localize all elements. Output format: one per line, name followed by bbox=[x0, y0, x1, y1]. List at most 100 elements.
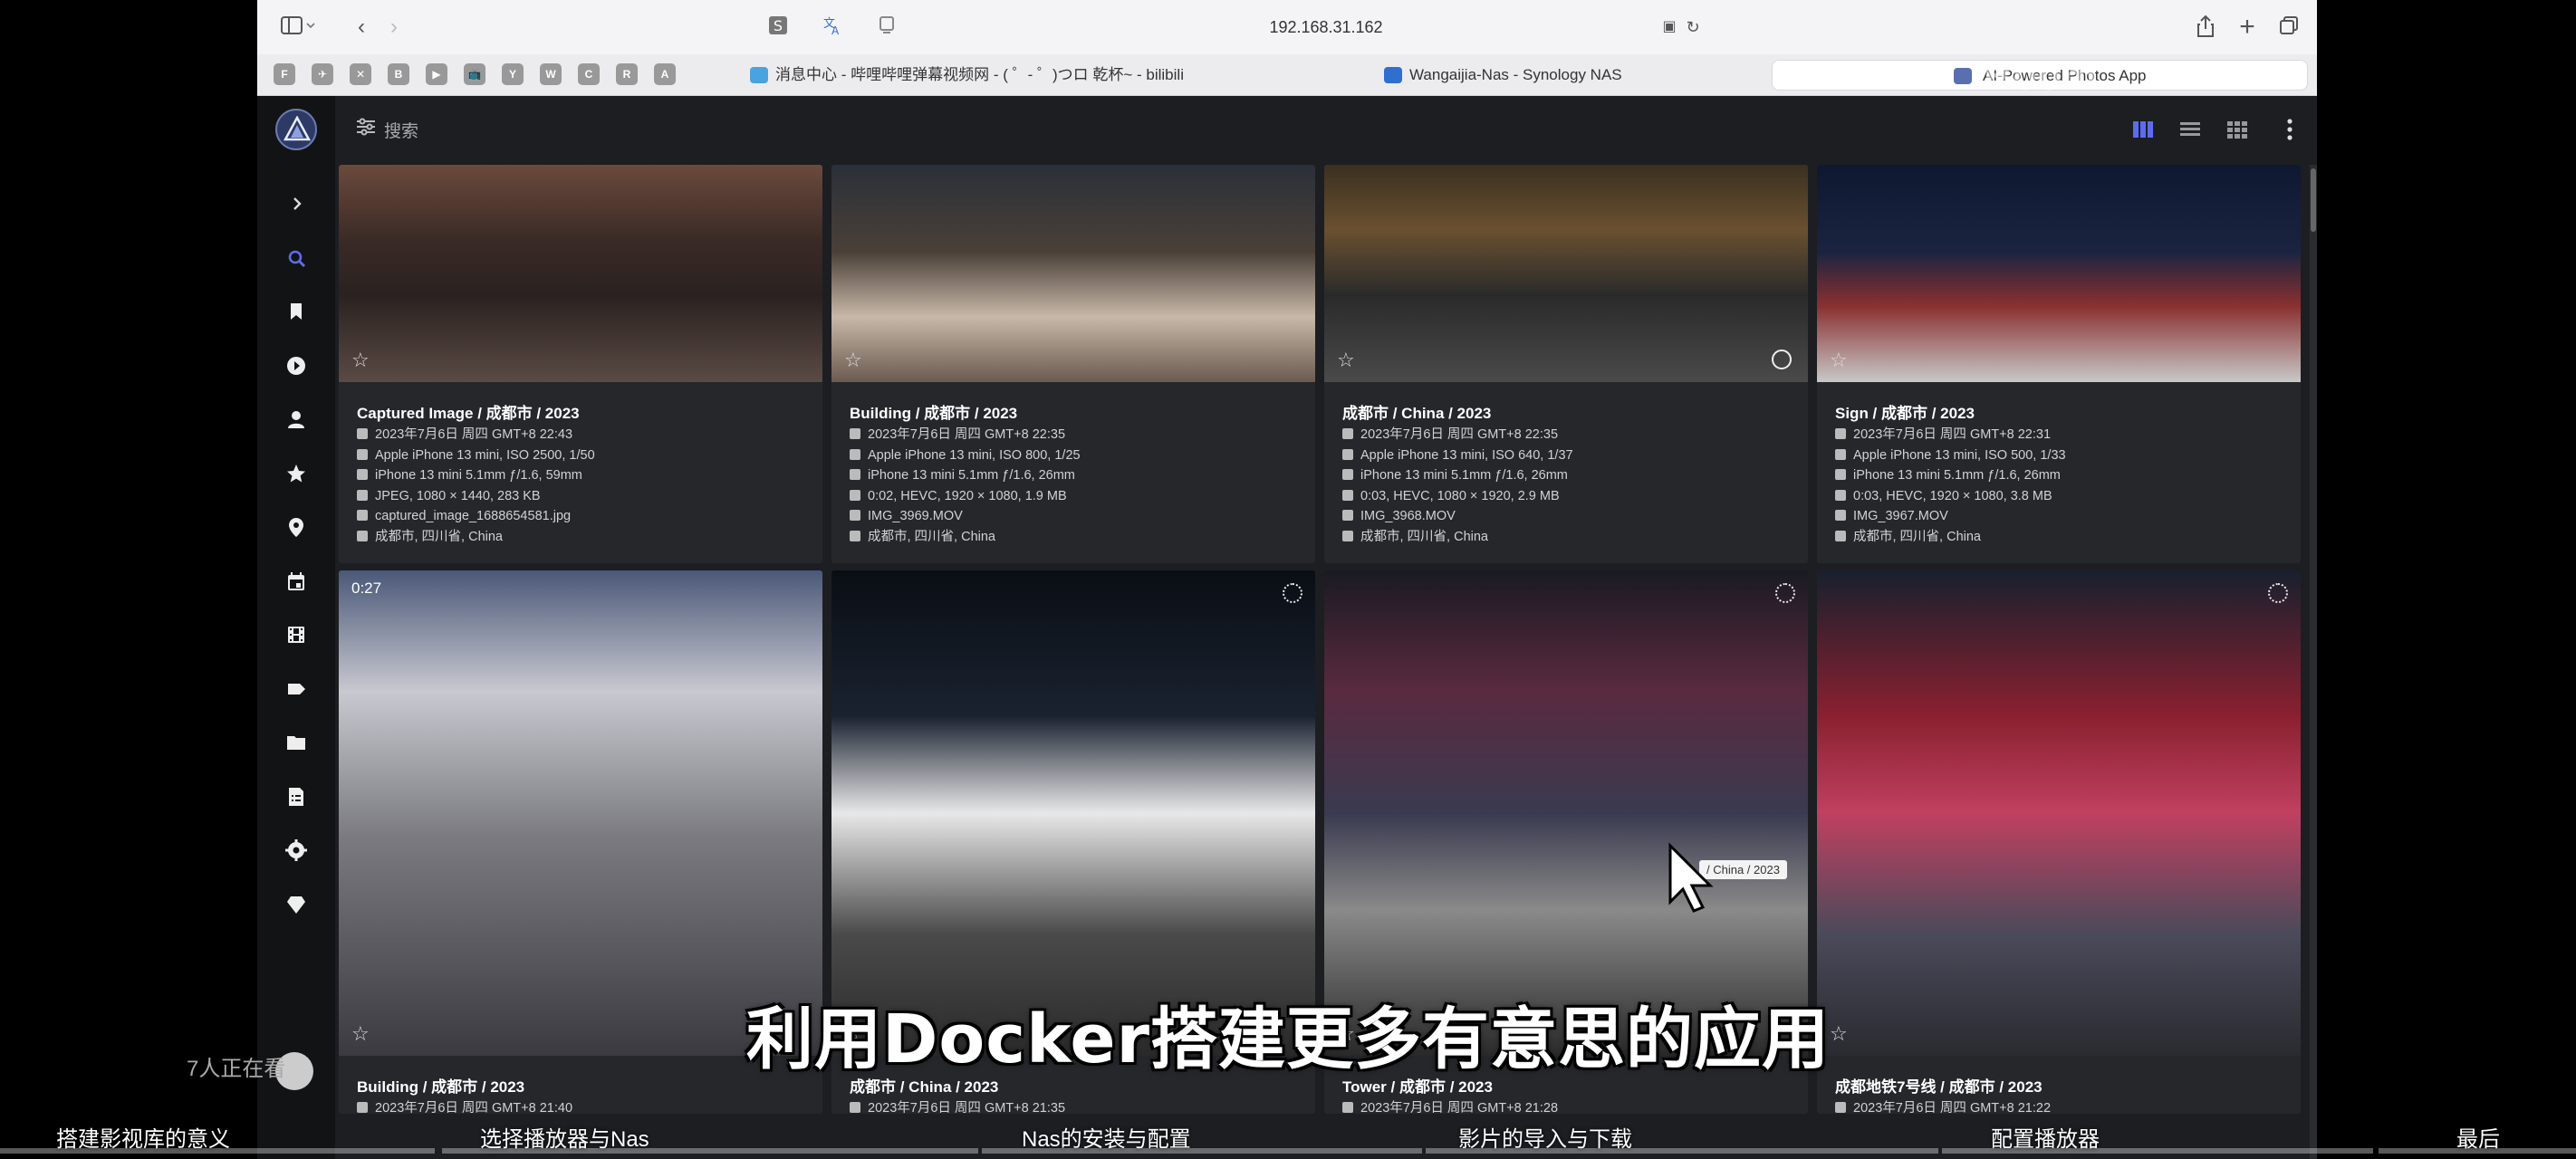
meta-row: 2023年7月6日 周四 GMT+8 22:35 bbox=[1342, 425, 1558, 445]
select-toggle-icon[interactable] bbox=[1772, 350, 1792, 369]
live-photo-icon bbox=[1775, 583, 1795, 603]
card-title[interactable]: 成都市 / China / 2023 bbox=[1342, 400, 1491, 423]
bookmark-favicon[interactable]: C bbox=[578, 63, 600, 85]
bookmark-favicon[interactable]: B bbox=[388, 63, 409, 85]
bookmark-favicon[interactable]: 📺 bbox=[464, 63, 485, 85]
photo-thumbnail[interactable] bbox=[1817, 165, 2301, 382]
card-title[interactable]: Building / 成都市 / 2023 bbox=[850, 400, 1017, 423]
expand-icon[interactable] bbox=[283, 190, 310, 217]
forward-icon[interactable]: › bbox=[380, 14, 408, 40]
film-icon[interactable] bbox=[283, 621, 310, 648]
meta-row: captured_image_1688654581.jpg bbox=[357, 506, 571, 527]
photo-card[interactable]: ☆ Captured Image / 成都市 / 2023 2023年7月6日 周四… bbox=[339, 165, 822, 563]
card-title[interactable]: Sign / 成都市 / 2023 bbox=[1835, 400, 1975, 423]
meta-row: 成都市, 四川省, China bbox=[1835, 527, 1981, 548]
lens-icon bbox=[1835, 469, 1846, 480]
photo-thumbnail[interactable] bbox=[831, 165, 1315, 382]
meta-row: 2023年7月6日 周四 GMT+8 22:31 bbox=[1835, 425, 2051, 445]
photo-card[interactable]: ☆ 成都市 / China / 2023 2023年7月6日 周四 GMT+8 22… bbox=[1324, 165, 1808, 563]
translate-icon[interactable]: 文A bbox=[819, 14, 846, 40]
chapter-label[interactable]: 搭建影视库的意义 bbox=[56, 1121, 230, 1153]
bookmark-favicon[interactable]: ▶ bbox=[426, 63, 447, 85]
star-icon[interactable] bbox=[283, 460, 310, 487]
bookmark-favicon[interactable]: F bbox=[274, 63, 295, 85]
filter-icon[interactable] bbox=[355, 116, 377, 142]
view-list-icon[interactable] bbox=[2179, 120, 2201, 144]
meta-row: IMG_3968.MOV bbox=[1342, 506, 1456, 527]
bookmark-favicon[interactable]: A bbox=[654, 63, 676, 85]
meta-row: iPhone 13 mini 5.1mm ƒ/1.6, 26mm bbox=[1342, 465, 1568, 486]
back-icon[interactable]: ‹ bbox=[348, 14, 375, 40]
address-bar[interactable]: 192.168.31.162 bbox=[1190, 14, 1462, 40]
reader-icon[interactable] bbox=[873, 14, 900, 40]
favorite-star-icon[interactable]: ☆ bbox=[1830, 350, 1851, 371]
photo-thumbnail[interactable] bbox=[1817, 570, 2301, 1056]
chapter-label[interactable]: 最后 bbox=[2456, 1121, 2500, 1153]
meta-row: IMG_3967.MOV bbox=[1835, 506, 1948, 527]
photo-thumbnail[interactable] bbox=[339, 165, 822, 382]
photo-card[interactable]: ☆ Sign / 成都市 / 2023 2023年7月6日 周四 GMT+8 22:… bbox=[1817, 165, 2301, 563]
search-input[interactable]: 搜索 bbox=[384, 118, 418, 142]
play-icon[interactable] bbox=[283, 352, 310, 379]
chapter-bar: 搭建影视库的意义 选择播放器与Nas Nas的安装与配置 影片的导入与下载 配置播放器 最… bbox=[0, 1108, 2576, 1159]
file-icon bbox=[357, 489, 368, 501]
settings-icon[interactable] bbox=[283, 837, 310, 864]
photo-thumbnail[interactable] bbox=[831, 570, 1315, 1056]
photo-card[interactable]: ☆ Building / 成都市 / 2023 2023年7月6日 周四 GMT+8… bbox=[831, 165, 1315, 563]
favorite-star-icon[interactable]: ☆ bbox=[1337, 350, 1359, 371]
label-icon[interactable] bbox=[283, 675, 310, 703]
chapter-label[interactable]: 配置播放器 bbox=[1991, 1121, 2100, 1153]
chapter-label[interactable]: Nas的安装与配置 bbox=[1022, 1121, 1191, 1153]
new-tab-icon[interactable]: + bbox=[2234, 14, 2261, 41]
meta-row: 成都市, 四川省, China bbox=[1342, 527, 1488, 548]
tab-overview-icon[interactable] bbox=[2275, 14, 2302, 40]
app-logo[interactable] bbox=[275, 109, 317, 150]
bookmark-favicon[interactable]: ✕ bbox=[350, 63, 371, 85]
meta-row: Apple iPhone 13 mini, ISO 2500, 1/50 bbox=[357, 445, 595, 466]
search-icon[interactable] bbox=[283, 244, 310, 272]
bookmark-favicon[interactable]: Y bbox=[502, 63, 524, 85]
meta-text: 2023年7月6日 周四 GMT+8 22:35 bbox=[868, 427, 1066, 442]
place-icon bbox=[850, 530, 860, 541]
meta-text: IMG_3969.MOV bbox=[868, 509, 963, 523]
library-icon[interactable] bbox=[283, 783, 310, 810]
reload-icon[interactable]: ↻ bbox=[1681, 14, 1705, 40]
share-icon[interactable] bbox=[2192, 14, 2219, 40]
photo-thumbnail[interactable] bbox=[339, 570, 822, 1056]
sidebar-toggle-icon[interactable] bbox=[277, 14, 319, 40]
calendar-icon[interactable] bbox=[283, 568, 310, 595]
person-icon[interactable] bbox=[283, 406, 310, 433]
file-name-icon bbox=[1342, 510, 1353, 521]
translate-page-icon[interactable]: ▣ bbox=[1658, 14, 1681, 40]
view-cards-icon[interactable] bbox=[2132, 120, 2154, 144]
meta-text: 0:02, HEVC, 1920 × 1080, 1.9 MB bbox=[868, 488, 1067, 503]
bookmark-favicon[interactable]: ✈ bbox=[312, 63, 333, 85]
folder-icon[interactable] bbox=[283, 729, 310, 756]
meta-row: iPhone 13 mini 5.1mm ƒ/1.6, 59mm bbox=[357, 465, 582, 486]
favorite-star-icon[interactable]: ☆ bbox=[351, 350, 373, 371]
tab-label: 消息中心 - 哔哩哔哩弹幕视频网 - ( ゜- ゜)つロ 乾杯~ - bilib… bbox=[775, 66, 1184, 83]
live-photo-icon bbox=[2268, 583, 2288, 603]
meta-row: JPEG, 1080 × 1440, 283 KB bbox=[357, 486, 541, 507]
card-title[interactable]: Captured Image / 成都市 / 2023 bbox=[357, 400, 580, 423]
meta-text: Apple iPhone 13 mini, ISO 500, 1/33 bbox=[1853, 447, 2066, 463]
extension-s-icon[interactable]: S bbox=[764, 14, 792, 40]
meta-row: iPhone 13 mini 5.1mm ƒ/1.6, 26mm bbox=[850, 465, 1075, 486]
favorite-star-icon[interactable]: ☆ bbox=[844, 350, 866, 371]
more-menu-icon[interactable] bbox=[2286, 118, 2293, 146]
bookmark-favicon[interactable]: R bbox=[616, 63, 638, 85]
view-grid-icon[interactable] bbox=[2226, 120, 2248, 144]
photo-thumbnail[interactable] bbox=[1324, 570, 1808, 1056]
bookmark-favicon[interactable]: W bbox=[540, 63, 562, 85]
photo-thumbnail[interactable] bbox=[1324, 165, 1808, 382]
chapter-label[interactable]: 选择播放器与Nas bbox=[480, 1121, 649, 1153]
tab-bilibili[interactable]: 消息中心 - 哔哩哔哩弹幕视频网 - ( ゜- ゜)つロ 乾杯~ - bilib… bbox=[737, 60, 1426, 91]
meta-text: iPhone 13 mini 5.1mm ƒ/1.6, 26mm bbox=[1360, 468, 1568, 483]
place-icon[interactable] bbox=[283, 513, 310, 541]
bookmark-icon[interactable] bbox=[283, 298, 310, 325]
synology-icon bbox=[1384, 67, 1402, 83]
scrollbar-thumb[interactable] bbox=[2311, 168, 2316, 232]
lens-icon bbox=[357, 469, 368, 480]
chapter-label[interactable]: 影片的导入与下载 bbox=[1458, 1121, 1632, 1153]
diamond-icon[interactable] bbox=[283, 891, 310, 918]
